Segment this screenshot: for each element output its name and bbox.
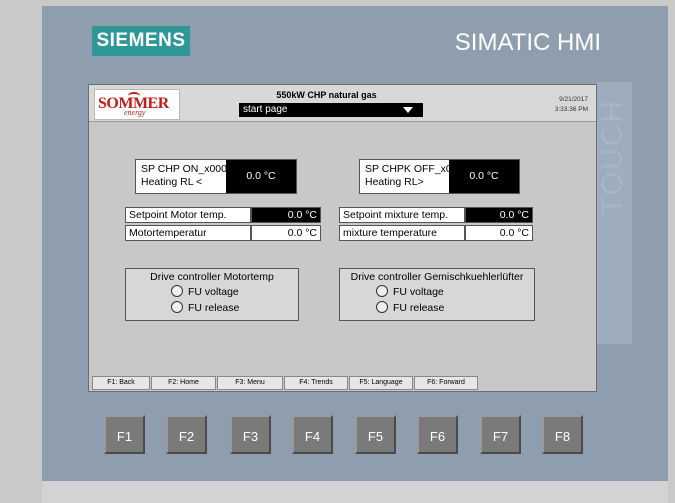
function-key-bar: F1: Back F2: Home F3: Menu F4: Trends F5… [89, 376, 596, 390]
mixture-fu-voltage: FU voltage [376, 285, 444, 298]
setpoint-mixture-row: Setpoint mixture temp. 0.0 °C [339, 207, 533, 223]
key-f3[interactable]: F3 [230, 415, 271, 454]
fbar-forward-button[interactable]: F6: Forward [414, 376, 478, 390]
product-name: SIMATIC HMI [454, 29, 601, 56]
sp-chp-on-label: SP CHP ON_x000 Heating RL < [141, 163, 227, 189]
key-f1[interactable]: F1 [104, 415, 145, 454]
fbar-trends-button[interactable]: F4: Trends [284, 376, 348, 390]
siemens-logo: SIEMENS [92, 26, 190, 56]
key-f8[interactable]: F8 [542, 415, 583, 454]
sp-chpk-off-label: SP CHPK OFF_x0 Heating RL> [365, 163, 449, 189]
sp-chpk-off-label-line1: SP CHPK OFF_x0 [365, 163, 449, 175]
radio-indicator-icon [171, 285, 183, 297]
sp-chp-on-value[interactable]: 0.0 °C [226, 160, 296, 193]
sp-chpk-off-box: SP CHPK OFF_x0 Heating RL> 0.0 °C [359, 159, 520, 194]
mixture-fu-release: FU release [376, 301, 444, 314]
drive-controller-motor-group: Drive controller Motortemp FU voltage FU… [125, 268, 299, 321]
motor-temp-value: 0.0 °C [251, 225, 321, 241]
screen-title: 550kW CHP natural gas [276, 90, 377, 100]
logo-sub: energy [124, 108, 146, 117]
chevron-down-icon [403, 107, 413, 113]
key-f7[interactable]: F7 [480, 415, 521, 454]
motor-fu-voltage: FU voltage [171, 285, 239, 298]
motor-fu-release-label: FU release [188, 302, 240, 314]
motor-temp-row: Motortemperatur 0.0 °C [125, 225, 321, 241]
key-f4[interactable]: F4 [292, 415, 333, 454]
setpoint-mixture-value[interactable]: 0.0 °C [465, 207, 533, 223]
sp-chpk-off-value[interactable]: 0.0 °C [449, 160, 519, 193]
hmi-screen: SOMMER energy 550kW CHP natural gas star… [88, 84, 597, 392]
key-f6[interactable]: F6 [417, 415, 458, 454]
fbar-back-button[interactable]: F1: Back [92, 376, 150, 390]
radio-indicator-icon [376, 301, 388, 313]
drive-controller-mixture-group: Drive controller Gemischkuehlerlüfter FU… [339, 268, 535, 321]
setpoint-mixture-label: Setpoint mixture temp. [339, 207, 465, 223]
sommer-logo: SOMMER energy [94, 89, 180, 120]
fbar-menu-button[interactable]: F3: Menu [217, 376, 283, 390]
date-time: 9/21/2017 3:33:36 PM [555, 95, 588, 115]
screen-header: SOMMER energy 550kW CHP natural gas star… [89, 85, 596, 122]
mixture-temp-row: mixture temperature 0.0 °C [339, 225, 533, 241]
time-text: 3:33:36 PM [554, 106, 588, 113]
touch-label: TOUCH [596, 98, 629, 215]
page-select-value: start page [243, 104, 288, 115]
mixture-temp-label: mixture temperature [339, 225, 465, 241]
drive-controller-motor-title: Drive controller Motortemp [150, 271, 274, 283]
date-text: 9/21/2017 [559, 96, 588, 103]
drive-controller-mixture-title: Drive controller Gemischkuehlerlüfter [350, 271, 524, 283]
motor-fu-release: FU release [171, 301, 239, 314]
radio-indicator-icon [376, 285, 388, 297]
mixture-fu-release-label: FU release [393, 302, 445, 314]
setpoint-motor-row: Setpoint Motor temp. 0.0 °C [125, 207, 321, 223]
motor-temp-label: Motortemperatur [125, 225, 251, 241]
sp-chp-on-label-line2: Heating RL < [141, 176, 203, 188]
setpoint-motor-value[interactable]: 0.0 °C [251, 207, 321, 223]
page-select-dropdown[interactable]: start page [239, 103, 423, 117]
mixture-fu-voltage-label: FU voltage [393, 286, 444, 298]
key-f2[interactable]: F2 [166, 415, 207, 454]
motor-fu-voltage-label: FU voltage [188, 286, 239, 298]
key-f5[interactable]: F5 [355, 415, 396, 454]
bezel-bottom-edge [42, 481, 668, 503]
sp-chpk-off-label-line2: Heating RL> [365, 176, 424, 188]
fbar-home-button[interactable]: F2: Home [151, 376, 216, 390]
sp-chp-on-label-line1: SP CHP ON_x000 [141, 163, 227, 175]
setpoint-motor-label: Setpoint Motor temp. [125, 207, 251, 223]
fbar-language-button[interactable]: F5: Language [349, 376, 413, 390]
sp-chp-on-box: SP CHP ON_x000 Heating RL < 0.0 °C [135, 159, 297, 194]
radio-indicator-icon [171, 301, 183, 313]
mixture-temp-value: 0.0 °C [465, 225, 533, 241]
